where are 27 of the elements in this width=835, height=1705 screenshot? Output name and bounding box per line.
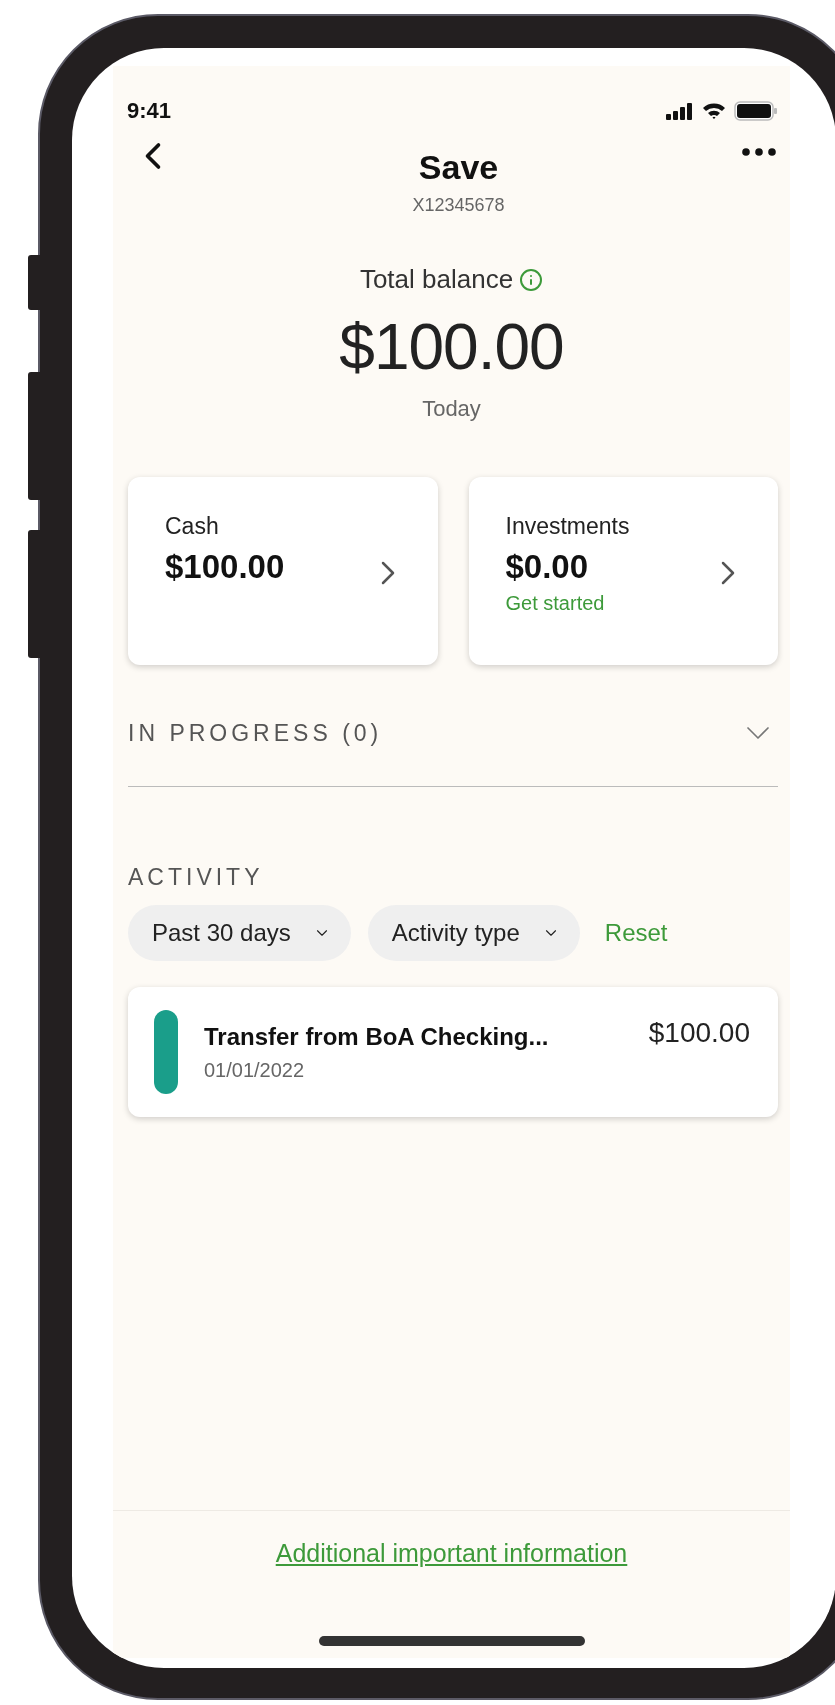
page-title: Save	[418, 148, 499, 187]
get-started-link[interactable]: Get started	[505, 592, 630, 615]
card-amount: $100.00	[165, 548, 285, 586]
balance-card[interactable]: Investments $0.00 Get started	[468, 477, 778, 665]
card-label: Cash	[165, 513, 220, 540]
balance-card[interactable]: Cash $100.00	[128, 477, 438, 665]
balance-date: Today	[422, 396, 481, 422]
transaction-date: 01/01/2022	[204, 1058, 306, 1082]
account-number: X12345678	[412, 195, 505, 216]
section-heading: ACTIVITY	[128, 864, 264, 890]
signal-icon	[666, 102, 694, 120]
transaction-title: Transfer from BoA Checking...	[204, 1022, 550, 1051]
info-icon[interactable]	[519, 267, 544, 292]
section-heading: IN PROGRESS (0)	[128, 719, 383, 747]
status-time: 9:41	[127, 98, 172, 124]
transaction-amount: $100.00	[648, 1017, 750, 1049]
balance-label: Total balance	[359, 264, 514, 295]
in-progress-toggle[interactable]: IN PROGRESS (0)	[128, 665, 778, 787]
filter-dropdown[interactable]: Activity type	[367, 905, 580, 961]
more-icon	[742, 148, 776, 156]
wifi-icon	[702, 102, 726, 120]
transaction-card[interactable]: Transfer from BoA Checking... 01/01/2022 $100.00	[128, 987, 778, 1117]
balance-amount: $100.00	[339, 310, 564, 384]
card-label: Investments	[505, 513, 630, 540]
card-amount: $0.00	[505, 548, 590, 586]
filter-dropdown[interactable]: Past 30 days	[128, 905, 351, 961]
battery-icon	[734, 101, 778, 121]
